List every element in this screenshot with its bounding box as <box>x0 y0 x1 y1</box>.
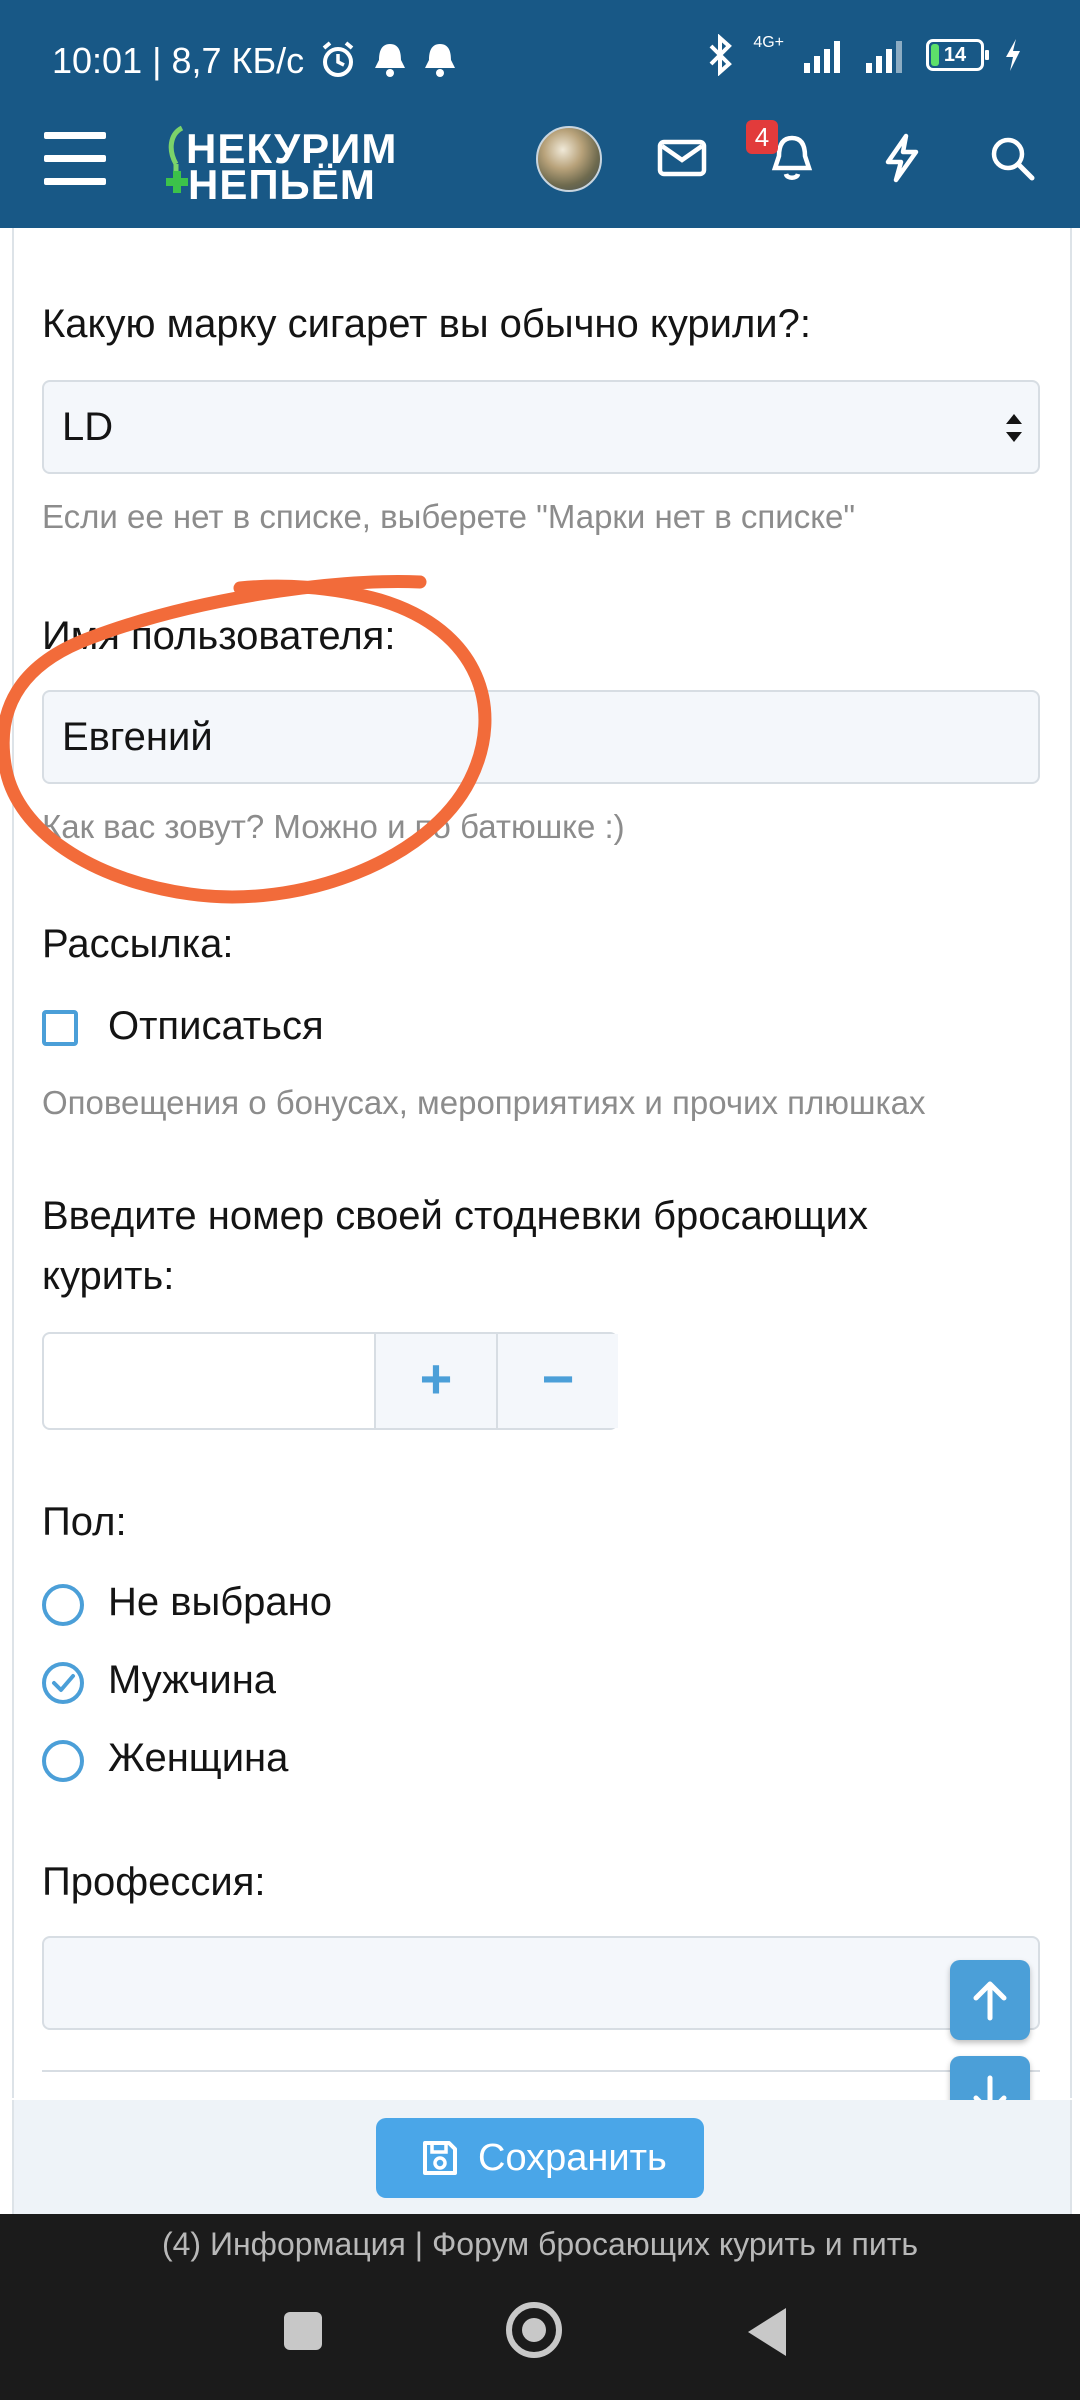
status-time: 10:01 | 8,7 КБ/с <box>52 40 305 81</box>
gender-option-male[interactable]: Мужчина <box>108 1658 276 1703</box>
brand-select-value: LD <box>62 405 114 449</box>
hundred-day-label-line1: Введите номер своей стодневки бросающих <box>42 1194 868 1238</box>
menu-icon[interactable] <box>44 132 106 188</box>
save-button[interactable]: Сохранить <box>376 2118 704 2198</box>
gender-label: Пол: <box>42 1500 127 1544</box>
notification-bell-icon <box>375 44 405 77</box>
hundred-day-stepper: + − <box>42 1332 618 1430</box>
status-bar: 10:01 | 8,7 КБ/с 4G+ 14 <box>0 0 1080 120</box>
home-button[interactable] <box>506 2302 562 2358</box>
browser-page-title: (4) Информация | Форум бросающих курить … <box>161 2226 919 2262</box>
battery-level: 14 <box>943 44 967 66</box>
logo-line-2: НЕПЬЁМ <box>188 161 376 208</box>
back-button[interactable] <box>748 2308 786 2356</box>
lightning-icon[interactable] <box>874 130 930 186</box>
gender-radio-male[interactable] <box>42 1662 84 1704</box>
site-logo[interactable]: НЕКУРИМ НЕПЬЁМ <box>160 124 420 208</box>
brand-label: Какую марку сигарет вы обычно курили?: <box>42 302 812 346</box>
gender-radio-female[interactable] <box>42 1740 84 1782</box>
hundred-day-label-line2: курить: <box>42 1254 175 1298</box>
gender-radio-not-selected[interactable] <box>42 1584 84 1626</box>
recent-apps-button[interactable] <box>284 2312 322 2350</box>
status-right-icons: 4G+ 14 <box>705 34 1024 76</box>
form-divider <box>42 2070 1040 2072</box>
header-row: НЕКУРИМ НЕПЬЁМ 4 <box>0 120 1080 228</box>
gender-option-female[interactable]: Женщина <box>108 1736 288 1781</box>
mailing-hint: Оповещения о бонусах, мероприятиях и про… <box>42 1084 926 1121</box>
increment-button[interactable]: + <box>374 1334 496 1428</box>
notification-bell-icon-2 <box>425 44 455 77</box>
save-bar: Сохранить <box>12 2100 1072 2214</box>
gender-option-not-selected[interactable]: Не выбрано <box>108 1580 332 1625</box>
app-header: 10:01 | 8,7 КБ/с 4G+ 14 НЕКУРИМ НЕПЬЁМ 4 <box>0 0 1080 228</box>
system-bottom-area: (4) Информация | Форум бросающих курить … <box>0 2214 1080 2400</box>
alarm-icon <box>322 41 354 77</box>
bluetooth-icon <box>709 34 733 76</box>
profession-label: Профессия: <box>42 1860 266 1904</box>
select-arrows-icon <box>1006 414 1022 442</box>
mail-icon[interactable] <box>654 130 710 186</box>
charging-icon <box>1006 39 1020 71</box>
signal-icon <box>804 41 840 73</box>
floppy-disk-icon <box>423 2141 457 2175</box>
checkmark-icon <box>52 1674 75 1692</box>
unsubscribe-label[interactable]: Отписаться <box>108 1004 324 1049</box>
battery-indicator: 14 <box>926 39 989 71</box>
notification-badge: 4 <box>746 120 778 154</box>
hundred-day-input[interactable] <box>44 1334 374 1428</box>
network-type: 4G+ <box>753 34 784 51</box>
arrow-up-icon <box>973 1981 1007 2021</box>
search-icon[interactable] <box>984 130 1040 186</box>
save-button-label: Сохранить <box>478 2137 667 2179</box>
unsubscribe-checkbox[interactable] <box>42 1010 78 1046</box>
brand-hint: Если ее нет в списке, выберете "Марки не… <box>42 498 856 535</box>
signal-icon-2 <box>866 41 902 73</box>
profession-input[interactable] <box>42 1936 1040 2030</box>
brand-select[interactable]: LD <box>42 380 1040 474</box>
profile-form: Какую марку сигарет вы обычно курили?: L… <box>12 228 1072 2136</box>
scroll-up-button[interactable] <box>950 1960 1030 2040</box>
decrement-button[interactable]: − <box>496 1334 618 1428</box>
avatar[interactable] <box>536 126 602 192</box>
annotation-circle <box>0 575 492 904</box>
